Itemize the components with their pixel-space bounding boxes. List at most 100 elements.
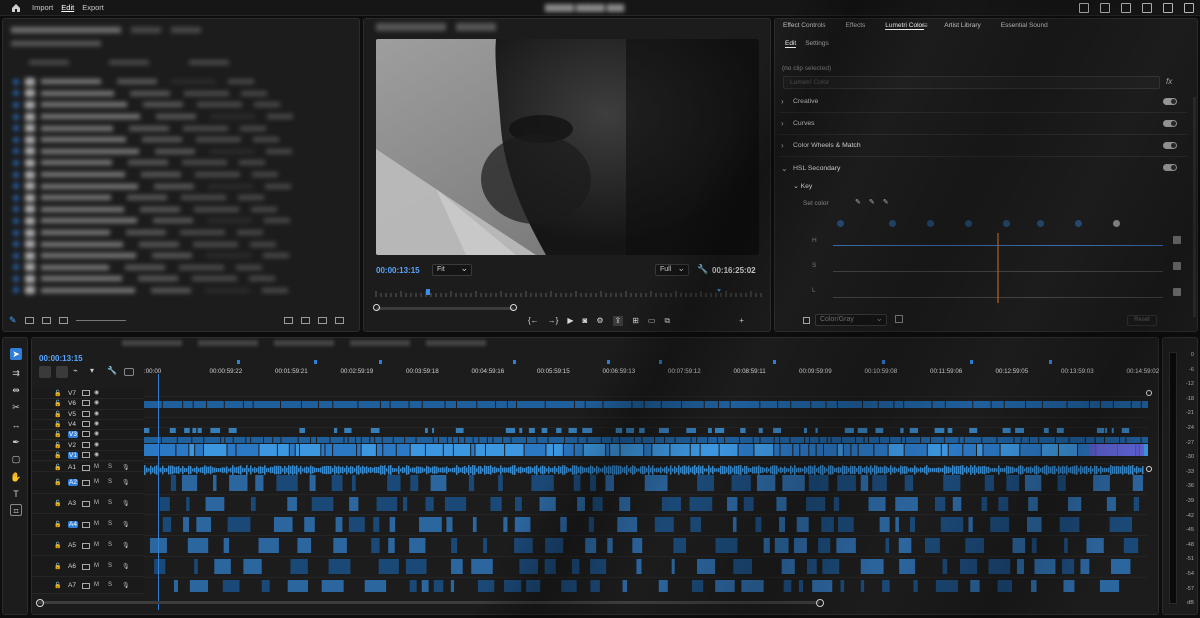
timeline-clip[interactable] [311, 437, 317, 443]
sequence-tab[interactable] [426, 340, 486, 346]
timeline-clip[interactable] [528, 466, 530, 474]
timeline-clip[interactable] [1052, 465, 1054, 475]
timeline-clip[interactable] [169, 428, 176, 433]
timeline-clip[interactable] [798, 580, 804, 592]
timeline-clip[interactable] [288, 465, 290, 475]
timeline-clip[interactable] [550, 468, 552, 472]
timeline-clip[interactable] [872, 475, 887, 491]
timeline-clip[interactable] [394, 468, 396, 472]
timeline-clip[interactable] [727, 497, 738, 511]
timeline-clip[interactable] [980, 466, 982, 474]
microphone-icon[interactable]: 🎙 [122, 582, 130, 589]
timeline-clip[interactable] [762, 467, 764, 473]
timeline-clip[interactable] [738, 465, 740, 475]
timeline-clip[interactable] [809, 444, 816, 456]
lock-icon[interactable]: 🔓 [54, 390, 61, 397]
project-item-row[interactable] [13, 76, 355, 88]
timeline-clip[interactable] [556, 468, 558, 472]
tab-essential-sound[interactable]: Essential Sound [1001, 22, 1048, 30]
timeline-clip[interactable] [793, 538, 807, 553]
timeline-clip[interactable] [297, 538, 312, 553]
eye-icon[interactable]: ◉ [94, 389, 99, 396]
timeline-clip[interactable] [840, 467, 842, 473]
timeline-clip[interactable] [782, 475, 805, 491]
timeline-clip[interactable] [844, 466, 846, 474]
timeline-clip[interactable] [632, 401, 644, 408]
mute-button[interactable]: M [94, 563, 99, 569]
timeline-clip[interactable] [618, 465, 620, 475]
timeline-clip[interactable] [376, 467, 378, 473]
timeline-clip[interactable] [837, 475, 856, 491]
timeline-clip[interactable] [1042, 401, 1067, 408]
timeline-clip[interactable] [318, 468, 320, 472]
timeline-clip[interactable] [614, 465, 616, 475]
timeline-clip[interactable] [844, 428, 854, 433]
timeline-clip[interactable] [1089, 401, 1100, 408]
timeline-clip[interactable] [152, 467, 154, 473]
timeline-clip[interactable] [1031, 580, 1037, 592]
timeline-clip[interactable] [836, 467, 838, 473]
timeline-clip[interactable] [396, 444, 410, 456]
timeline-clip[interactable] [530, 466, 532, 474]
timeline-clip[interactable] [504, 467, 506, 473]
timeline-clip[interactable] [924, 466, 926, 474]
timeline-clip[interactable] [1063, 580, 1075, 592]
timeline-clip[interactable] [294, 466, 296, 474]
sequence-marker[interactable] [237, 360, 240, 364]
timeline-clip[interactable] [800, 467, 802, 473]
play-icon[interactable]: ▶ [567, 316, 573, 326]
timeline-clip[interactable] [968, 467, 970, 473]
timeline-clip[interactable] [788, 468, 790, 472]
timeline-clip[interactable] [918, 468, 920, 472]
solo-button[interactable]: S [108, 563, 112, 569]
timeline-clip[interactable] [545, 538, 564, 553]
timeline-clip[interactable] [483, 538, 488, 553]
timeline-clip[interactable] [566, 466, 568, 474]
timeline-clip[interactable] [160, 467, 162, 473]
solo-button[interactable]: S [108, 464, 112, 470]
timeline-clip[interactable] [746, 465, 748, 475]
timeline-clip[interactable] [510, 466, 512, 474]
timeline-clip[interactable] [410, 468, 412, 472]
timeline-clip[interactable] [164, 468, 166, 472]
timeline-clip[interactable] [874, 444, 888, 456]
timeline-clip[interactable] [425, 444, 443, 456]
timeline-clip[interactable] [373, 517, 380, 532]
timeline-clip[interactable] [438, 467, 440, 473]
timeline-clip[interactable] [731, 475, 751, 491]
timeline-clip[interactable] [299, 428, 306, 433]
timeline-clip[interactable] [921, 437, 931, 443]
timeline-clip[interactable] [296, 465, 298, 475]
timeline-clip[interactable] [607, 538, 613, 553]
folder-icon[interactable] [300, 316, 310, 324]
timeline-clip[interactable] [451, 559, 463, 574]
timeline-clip[interactable] [286, 467, 288, 473]
timeline-clip[interactable] [264, 465, 266, 475]
timeline-clip[interactable] [862, 468, 864, 472]
colorgray-select[interactable]: Color/Gray [815, 313, 887, 326]
timeline-clip[interactable] [287, 580, 308, 592]
timeline-clip[interactable] [322, 466, 324, 474]
timeline-clip[interactable] [632, 538, 643, 553]
timeline-clip[interactable] [578, 467, 580, 473]
timeline-clip[interactable] [741, 580, 764, 592]
track-select-tool-icon[interactable]: ⇉ [10, 367, 22, 379]
timeline-clip[interactable] [708, 465, 710, 475]
timeline-clip[interactable] [1068, 497, 1082, 511]
timeline-clip[interactable] [421, 580, 429, 592]
timeline-clip[interactable] [738, 444, 754, 456]
timeline-clip[interactable] [571, 559, 580, 574]
timeline-clip[interactable] [690, 467, 692, 473]
timeline-clip[interactable] [1015, 428, 1025, 433]
timeline-clip[interactable] [532, 467, 534, 473]
sequence-marker[interactable] [513, 360, 516, 364]
timeline-clip[interactable] [222, 580, 240, 592]
timeline-clip[interactable] [364, 580, 387, 592]
timeline-clip[interactable] [458, 466, 460, 474]
timeline-clip[interactable] [612, 465, 614, 475]
pen-tool-icon[interactable]: ✒ [10, 436, 22, 448]
timeline-clip[interactable] [1082, 467, 1084, 473]
timeline-clip[interactable] [943, 475, 961, 491]
timeline-clip[interactable] [931, 437, 944, 443]
timeline-clip[interactable] [810, 437, 819, 443]
